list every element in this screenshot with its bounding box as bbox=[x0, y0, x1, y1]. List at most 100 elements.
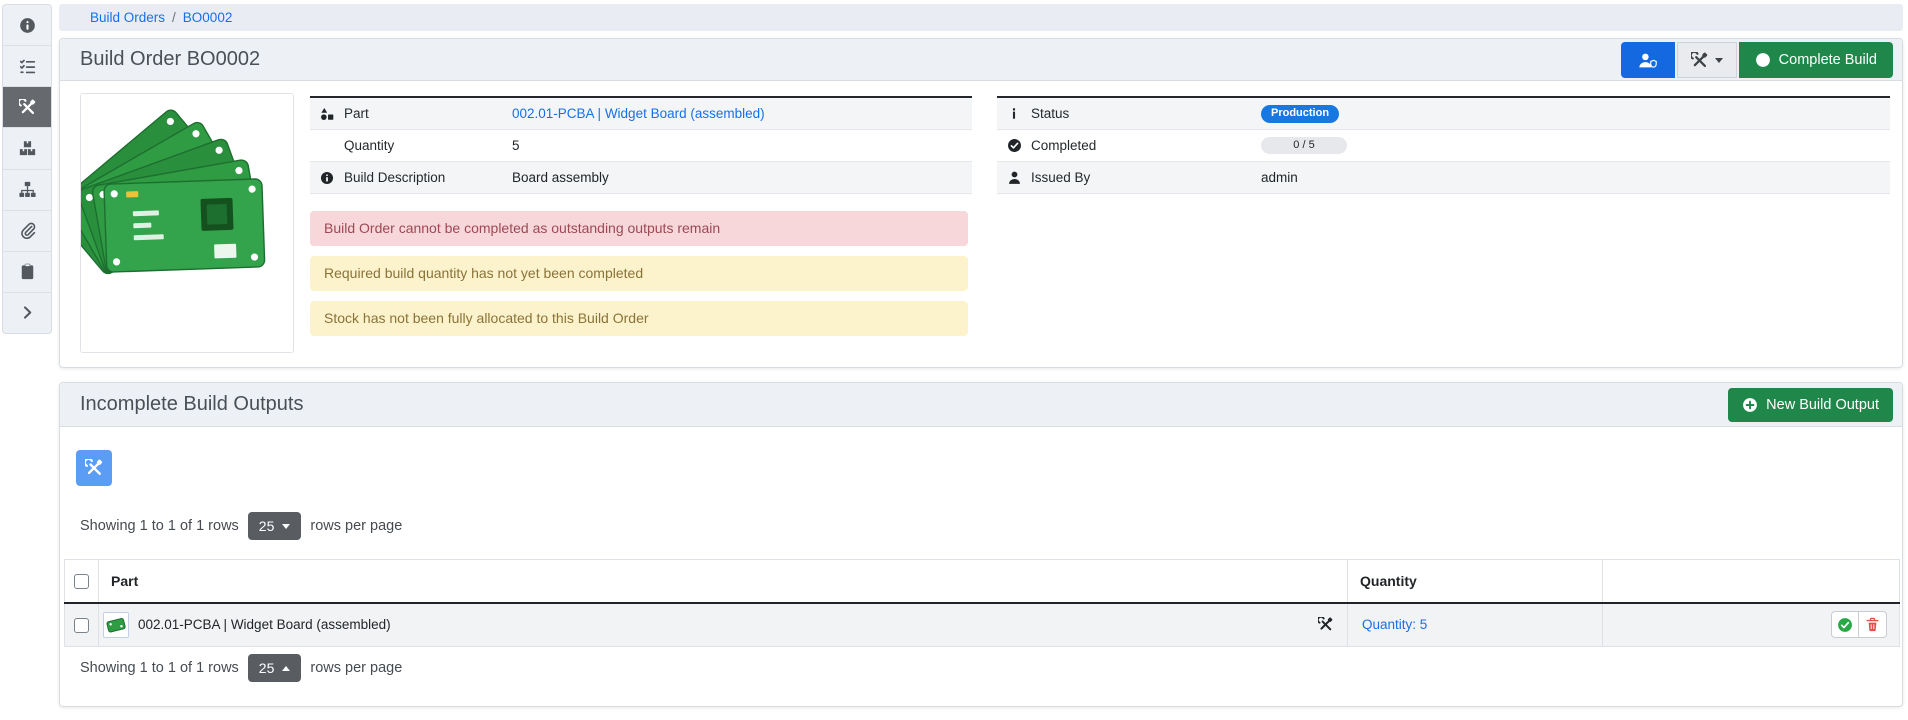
tools-icon bbox=[85, 459, 103, 477]
check-circle-icon bbox=[1837, 617, 1853, 633]
sidebar-nav bbox=[2, 4, 52, 334]
part-thumbnail[interactable] bbox=[103, 612, 129, 638]
caret-down-icon bbox=[282, 524, 290, 529]
user-icon bbox=[1007, 170, 1022, 185]
alert-quantity-incomplete: Required build quantity has not yet been… bbox=[310, 256, 968, 291]
status-label: Issued By bbox=[1031, 161, 1261, 193]
tools-icon[interactable] bbox=[1318, 617, 1333, 632]
shapes-icon bbox=[320, 107, 334, 121]
column-header-part[interactable]: Part bbox=[99, 560, 1348, 603]
output-row: 002.01-PCBA | Widget Board (assembled) Q… bbox=[65, 603, 1900, 647]
status-label: Completed bbox=[1031, 129, 1261, 161]
tools-icon bbox=[19, 99, 36, 116]
check-circle-icon bbox=[1007, 138, 1022, 153]
breadcrumb-link-bo0002[interactable]: BO0002 bbox=[183, 10, 233, 25]
column-header-actions bbox=[1603, 560, 1900, 603]
check-circle-icon bbox=[1755, 52, 1771, 68]
trash-icon bbox=[1865, 617, 1880, 632]
detail-row-part: Part 002.01-PCBA | Widget Board (assembl… bbox=[310, 97, 972, 129]
pagination-top: Showing 1 to 1 of 1 rows 25 rows per pag… bbox=[80, 509, 402, 543]
complete-build-label: Complete Build bbox=[1779, 52, 1877, 68]
outputs-panel-title: Incomplete Build Outputs bbox=[60, 383, 1902, 426]
breadcrumb-link-build-orders[interactable]: Build Orders bbox=[90, 10, 165, 25]
admin-button[interactable] bbox=[1621, 42, 1675, 78]
select-all-checkbox[interactable] bbox=[74, 574, 89, 589]
output-part-name: 002.01-PCBA | Widget Board (assembled) bbox=[138, 617, 1318, 632]
info-circle-icon bbox=[19, 17, 36, 34]
detail-label: Build Description bbox=[344, 161, 512, 193]
build-order-card: Build Order BO0002 Complete Build bbox=[59, 38, 1903, 368]
alert-outstanding-outputs: Build Order cannot be completed as outst… bbox=[310, 211, 968, 246]
sidebar-item-attachments[interactable] bbox=[3, 210, 51, 251]
detail-value: 5 bbox=[512, 129, 972, 161]
build-status-table: Status Production Completed 0 / 5 Issued… bbox=[997, 96, 1890, 194]
outputs-table-header-row: Part Quantity bbox=[65, 560, 1900, 603]
column-header-quantity[interactable]: Quantity bbox=[1348, 560, 1603, 603]
status-badge: Production bbox=[1261, 105, 1339, 123]
complete-output-button[interactable] bbox=[1831, 611, 1859, 638]
caret-down-icon bbox=[1715, 58, 1723, 63]
sidebar-item-completed-stock[interactable] bbox=[3, 127, 51, 168]
checklist-icon bbox=[19, 58, 36, 75]
detail-row-description: Build Description Board assembly bbox=[310, 161, 972, 193]
sidebar-item-notes[interactable] bbox=[3, 251, 51, 292]
build-details-table: Part 002.01-PCBA | Widget Board (assembl… bbox=[310, 96, 972, 194]
pagination-bottom: Showing 1 to 1 of 1 rows 25 rows per pag… bbox=[80, 651, 402, 685]
output-actions-button[interactable] bbox=[76, 450, 112, 486]
row-checkbox[interactable] bbox=[74, 618, 89, 633]
user-shield-icon bbox=[1637, 52, 1658, 69]
pagination-summary: Showing 1 to 1 of 1 rows bbox=[80, 660, 239, 676]
chevron-right-icon bbox=[19, 304, 36, 321]
new-build-output-label: New Build Output bbox=[1766, 397, 1879, 413]
output-quantity-link[interactable]: Quantity: 5 bbox=[1348, 617, 1427, 632]
plus-circle-icon bbox=[1742, 397, 1758, 413]
build-actions-dropdown[interactable] bbox=[1677, 42, 1737, 78]
build-order-page: Build Orders / BO0002 Build Order BO0002… bbox=[0, 0, 1908, 720]
pcb-photo bbox=[81, 94, 293, 352]
detail-value: Board assembly bbox=[512, 161, 972, 193]
page-size-value: 25 bbox=[259, 660, 275, 676]
stock-boxes-icon bbox=[19, 140, 36, 157]
sidebar-item-child-builds[interactable] bbox=[3, 169, 51, 210]
header-actions: Complete Build bbox=[1621, 42, 1893, 78]
status-label: Status bbox=[1031, 97, 1261, 129]
detail-row-quantity: Quantity 5 bbox=[310, 129, 972, 161]
detail-label: Quantity bbox=[344, 129, 512, 161]
info-icon bbox=[1007, 106, 1021, 121]
outputs-card-header: Incomplete Build Outputs New Build Outpu… bbox=[60, 383, 1902, 427]
breadcrumb: Build Orders / BO0002 bbox=[59, 4, 1903, 31]
build-outputs-table: Part Quantity bbox=[64, 559, 1900, 647]
build-order-card-header: Build Order BO0002 Complete Build bbox=[60, 39, 1902, 81]
caret-up-icon bbox=[282, 666, 290, 671]
sidebar-item-outputs[interactable] bbox=[3, 86, 51, 127]
delete-output-button[interactable] bbox=[1859, 611, 1887, 638]
new-build-output-button[interactable]: New Build Output bbox=[1728, 388, 1893, 422]
completed-progress-bar: 0 / 5 bbox=[1261, 137, 1347, 154]
pagination-summary: Showing 1 to 1 of 1 rows bbox=[80, 518, 239, 534]
status-row-status: Status Production bbox=[997, 97, 1890, 129]
part-image[interactable] bbox=[80, 93, 294, 353]
detail-label: Part bbox=[344, 97, 512, 129]
row-action-buttons bbox=[1831, 611, 1887, 638]
page-size-dropdown[interactable]: 25 bbox=[248, 654, 302, 682]
tools-icon bbox=[1691, 52, 1708, 69]
sidebar-item-details[interactable] bbox=[3, 5, 51, 45]
incomplete-outputs-card: Incomplete Build Outputs New Build Outpu… bbox=[59, 382, 1903, 707]
complete-build-button[interactable]: Complete Build bbox=[1739, 42, 1893, 78]
sidebar-item-allocated[interactable] bbox=[3, 45, 51, 86]
info-circle-icon bbox=[320, 171, 334, 185]
page-size-value: 25 bbox=[259, 518, 275, 534]
issued-by-value: admin bbox=[1261, 161, 1890, 193]
alert-stock-unallocated: Stock has not been fully allocated to th… bbox=[310, 301, 968, 336]
pcb-thumbnail-image bbox=[105, 614, 127, 636]
part-link[interactable]: 002.01-PCBA | Widget Board (assembled) bbox=[512, 106, 765, 121]
page-size-dropdown[interactable]: 25 bbox=[248, 512, 302, 540]
breadcrumb-separator: / bbox=[172, 10, 176, 25]
sitemap-icon bbox=[19, 181, 36, 198]
pagination-suffix: rows per page bbox=[310, 660, 402, 676]
status-row-completed: Completed 0 / 5 bbox=[997, 129, 1890, 161]
build-alerts: Build Order cannot be completed as outst… bbox=[310, 211, 968, 346]
paperclip-icon bbox=[19, 222, 36, 239]
status-row-issued-by: Issued By admin bbox=[997, 161, 1890, 193]
sidebar-expand-toggle[interactable] bbox=[3, 292, 51, 333]
